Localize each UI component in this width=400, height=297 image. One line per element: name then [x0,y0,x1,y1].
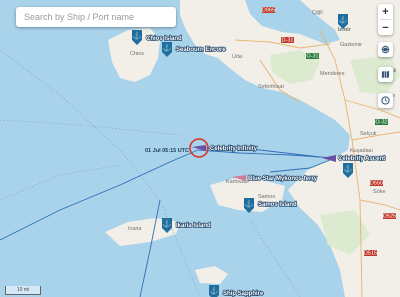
map-icon [378,67,393,82]
zoom-out-button[interactable]: − [378,20,393,35]
svg-text:⚓: ⚓ [163,219,172,228]
place-soke: Söke [373,189,386,195]
svg-text:Ship Sapphire: Ship Sapphire [223,291,264,297]
place-izmir: Izmir [338,27,352,33]
svg-text:⚓: ⚓ [163,43,172,52]
zoom-control: + − [378,4,393,35]
zoom-in-button[interactable]: + [378,4,393,19]
place-chios: Chios [130,51,144,57]
clock-icon [378,93,393,108]
svg-text:⚓: ⚓ [344,164,353,173]
svg-text:D515: D515 [364,251,377,257]
place-selcuk: Selçuk [360,131,377,137]
layers-button[interactable] [378,42,393,57]
svg-text:Seabourn Encore: Seabourn Encore [176,47,226,53]
svg-text:Blue Star Mykonos ferry: Blue Star Mykonos ferry [248,176,318,182]
map-canvas[interactable]: D965 D-31 O-31 D550 O-32 D515 D525 Izmir… [0,0,400,297]
svg-text:Samos Island: Samos Island [258,202,297,208]
svg-text:D-31: D-31 [282,38,294,44]
place-kusadasi: Kuşadası [350,148,373,154]
svg-text:O-31: O-31 [306,54,318,60]
place-seferihisar: Seferihisar [258,84,284,90]
svg-text:⚓: ⚓ [339,15,348,24]
place-cigli: Çiğli [312,10,323,16]
place-icaria: Icaria [128,226,142,232]
layers-icon [378,42,393,57]
search-input[interactable] [22,11,170,23]
svg-text:⚓: ⚓ [210,286,219,295]
place-urla: Urla [232,54,243,60]
history-button[interactable] [378,93,393,108]
svg-text:D965: D965 [262,8,275,14]
svg-text:⚓: ⚓ [245,199,254,208]
scale-bar: 10 mi [5,286,41,295]
place-gaziemir: Gaziemir [340,42,362,48]
position-timestamp: 01 Jul 05:15 UTC [145,148,189,154]
svg-text:O-32: O-32 [375,120,387,126]
place-samos: Samos [258,194,275,200]
svg-text:Chios Island: Chios Island [146,36,182,42]
map-type-button[interactable] [378,67,393,82]
svg-text:⚓: ⚓ [133,31,142,40]
svg-text:Ikaria Island: Ikaria Island [176,223,211,229]
svg-text:D525: D525 [383,214,396,220]
search-box[interactable] [16,7,176,27]
svg-text:Celebrity Ascent: Celebrity Ascent [338,156,385,162]
svg-text:D550: D550 [370,181,383,187]
svg-text:Celebrity Infinity: Celebrity Infinity [210,146,258,152]
place-menderes: Menderes [320,71,345,77]
